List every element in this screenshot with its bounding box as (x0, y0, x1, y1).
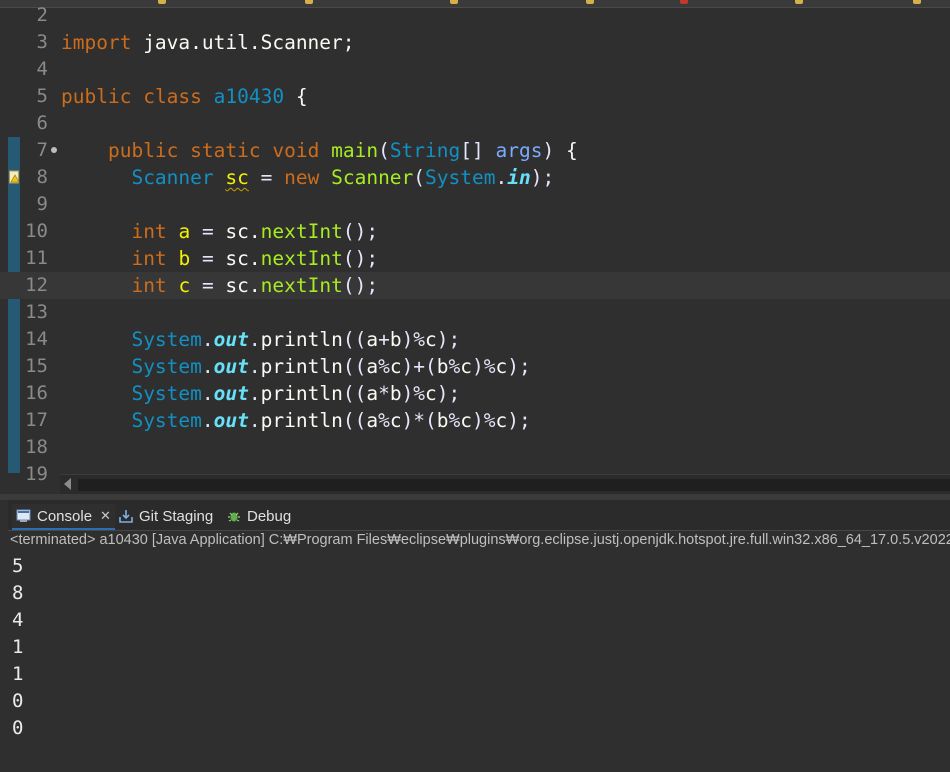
console-icon (16, 508, 32, 524)
output-line: 0 (12, 690, 24, 712)
process-status: <terminated> a10430 [Java Application] C… (10, 532, 950, 548)
line-number: 7 (36, 139, 48, 161)
line-number: 19 (25, 463, 48, 485)
code-text: Scanner sc = new Scanner(System.in); (131, 166, 555, 189)
code-line[interactable]: 14 System.out.println((a+b)%c); (0, 326, 950, 353)
tab-label: Console (37, 507, 93, 525)
output-line: 8 (12, 582, 24, 604)
code-line[interactable]: 17 System.out.println((a%c)*(b%c)%c); (0, 407, 950, 434)
code-line[interactable]: 10 int a = sc.nextInt(); (0, 218, 950, 245)
output-line: 0 (12, 717, 24, 739)
tab-label: Debug (247, 507, 292, 525)
code-text: public static void main(String[] args) { (107, 139, 578, 162)
code-line[interactable]: 2 (0, 2, 950, 29)
code-line[interactable]: 13 (0, 299, 950, 326)
code-line[interactable]: 4 (0, 56, 950, 83)
code-line[interactable]: 8 Scanner sc = new Scanner(System.in); (0, 164, 950, 191)
line-number: 5 (36, 85, 48, 107)
code-editor[interactable]: 2 3 import java.util.Scanner; 4 5 public clas… (0, 0, 950, 494)
close-icon[interactable]: ✕ (100, 508, 111, 524)
code-text: int b = sc.nextInt(); (131, 247, 379, 270)
code-text: System.out.println((a+b)%c); (131, 328, 461, 351)
line-number: 8 (36, 166, 48, 188)
line-number: 4 (36, 58, 48, 80)
code-text: int c = sc.nextInt(); (131, 274, 379, 297)
line-number: 13 (25, 301, 48, 323)
line-number: 18 (25, 436, 48, 458)
code-text: System.out.println((a%c)+(b%c)%c); (131, 355, 531, 378)
line-number: 12 (25, 274, 48, 296)
output-line: 4 (12, 609, 24, 631)
tab-console[interactable]: Console ✕ (12, 504, 115, 530)
git-staging-icon (118, 508, 134, 524)
code-line[interactable]: 9 (0, 191, 950, 218)
panel-tab-bar: Console ✕ Git Staging Debug (8, 500, 950, 531)
console-panel: Console ✕ Git Staging Debug <terminated>… (8, 500, 950, 772)
debug-icon (226, 508, 242, 524)
scrollbar-thumb[interactable] (78, 479, 950, 491)
tab-git-staging[interactable]: Git Staging (118, 504, 213, 528)
console-output[interactable]: 5 8 4 1 1 0 0 (12, 553, 23, 742)
scroll-left-icon[interactable] (64, 478, 71, 490)
code-text: import java.util.Scanner; (61, 31, 355, 54)
line-number: 6 (36, 112, 48, 134)
output-line: 1 (12, 663, 24, 685)
output-line: 1 (12, 636, 24, 658)
code-text: public class a10430 { (61, 85, 308, 108)
line-number: 17 (25, 409, 48, 431)
fold-toggle-icon[interactable] (51, 147, 57, 153)
line-number: 3 (36, 31, 48, 53)
code-text: int a = sc.nextInt(); (131, 220, 379, 243)
line-number: 16 (25, 382, 48, 404)
line-number: 11 (25, 247, 48, 269)
output-line: 5 (12, 555, 24, 577)
code-line[interactable]: 16 System.out.println((a*b)%c); (0, 380, 950, 407)
line-number: 10 (25, 220, 48, 242)
code-line[interactable]: 6 (0, 110, 950, 137)
horizontal-scrollbar[interactable] (60, 474, 950, 494)
tab-debug[interactable]: Debug (226, 504, 291, 528)
line-number: 9 (36, 193, 48, 215)
code-text: System.out.println((a%c)*(b%c)%c); (131, 409, 531, 432)
code-line[interactable]: 3 import java.util.Scanner; (0, 29, 950, 56)
code-line[interactable]: 12 int c = sc.nextInt(); (0, 272, 950, 299)
code-line[interactable]: 5 public class a10430 { (0, 83, 950, 110)
tab-label: Git Staging (139, 507, 214, 525)
code-line[interactable]: 7 public static void main(String[] args)… (0, 137, 950, 164)
code-line[interactable]: 18 (0, 434, 950, 461)
line-number: 2 (36, 4, 48, 26)
line-number: 15 (25, 355, 48, 377)
code-line[interactable]: 11 int b = sc.nextInt(); (0, 245, 950, 272)
warning-icon[interactable] (9, 170, 21, 184)
line-number: 14 (25, 328, 48, 350)
code-text: System.out.println((a*b)%c); (131, 382, 461, 405)
code-line[interactable]: 15 System.out.println((a%c)+(b%c)%c); (0, 353, 950, 380)
